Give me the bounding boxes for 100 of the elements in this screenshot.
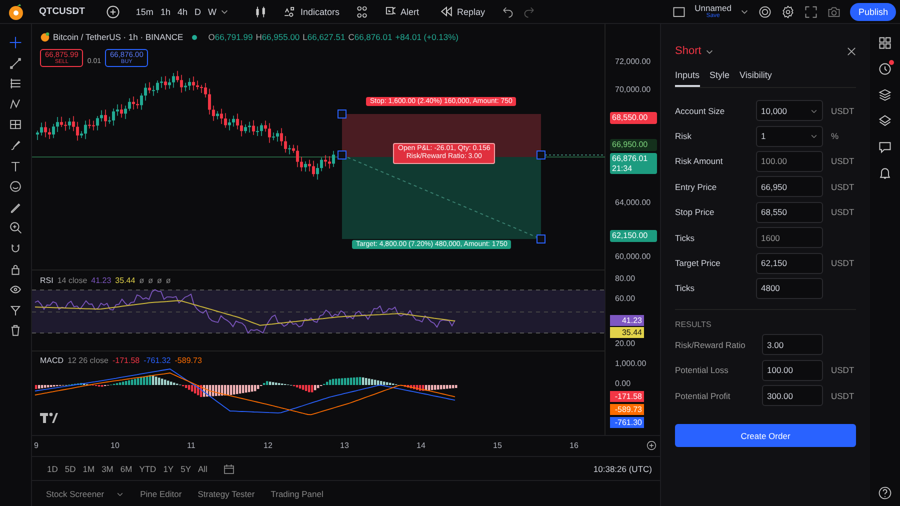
clock-icon[interactable] <box>878 62 892 76</box>
indicator-name[interactable]: RSI <box>40 276 54 285</box>
range-button[interactable]: All <box>195 464 210 474</box>
bottom-tab[interactable]: Pine Editor <box>134 488 188 499</box>
macd-tick: 1,000.00 <box>615 359 646 368</box>
value-marker: 35.44 <box>610 327 644 338</box>
grid-icon[interactable] <box>9 118 22 132</box>
funnel-icon[interactable] <box>9 304 22 317</box>
layers-icon[interactable] <box>878 114 892 128</box>
settings-icon[interactable] <box>781 4 796 18</box>
timeframe-button[interactable]: D <box>191 6 204 16</box>
range-button[interactable]: YTD <box>136 464 160 474</box>
panel-tab[interactable]: Style <box>710 66 730 87</box>
timeframe-button[interactable]: W <box>204 6 220 16</box>
ohlc-value: C66,876.01 <box>348 32 392 42</box>
publish-button[interactable]: Publish <box>850 2 896 20</box>
input-field[interactable]: 62,150 <box>756 252 823 274</box>
shapes-icon <box>283 5 296 18</box>
price-change: +84.01 (+0.13%) <box>395 32 459 42</box>
range-button[interactable]: 1M <box>80 464 98 474</box>
output-field: 3.00 <box>762 334 823 356</box>
range-button[interactable]: 5D <box>62 464 79 474</box>
replay-button[interactable]: Replay <box>434 5 492 18</box>
unit-label: USDT <box>831 156 854 166</box>
help-icon[interactable] <box>878 486 892 500</box>
grid-icon[interactable] <box>878 36 892 50</box>
bell-icon[interactable] <box>878 166 892 180</box>
ohlc-value: L66,627.51 <box>302 32 346 42</box>
price-marker: 66,950.00 <box>610 139 657 151</box>
logo-icon[interactable] <box>8 4 24 20</box>
symbol-title[interactable]: Bitcoin / TetherUS · 1h · BINANCE <box>53 32 184 42</box>
range-button[interactable]: 1D <box>44 464 61 474</box>
price-marker: 66,876.01 21:34 <box>610 153 657 174</box>
range-button[interactable]: 1Y <box>160 464 177 474</box>
range-button[interactable]: 5Y <box>178 464 194 474</box>
indicator-value: ø <box>166 276 171 285</box>
alert-button[interactable]: Alert <box>378 5 426 18</box>
field-label: Stop Price <box>675 207 716 218</box>
trash-icon[interactable] <box>9 324 22 338</box>
indicator-value: 41.23 <box>91 276 112 285</box>
trend-line-icon[interactable] <box>9 56 22 70</box>
range-button[interactable]: 6M <box>117 464 136 474</box>
close-icon[interactable] <box>847 46 856 56</box>
pencil-icon[interactable] <box>9 200 22 214</box>
timeframe-button[interactable]: 1h <box>157 6 174 16</box>
symbol-name[interactable]: QTCUSDT <box>39 6 85 17</box>
input-field[interactable]: 1600 <box>756 227 823 248</box>
field-label: Entry Price <box>675 182 718 192</box>
horizontal-lines-icon[interactable] <box>9 77 22 90</box>
smiley-icon[interactable] <box>9 180 22 194</box>
drag-handle[interactable] <box>536 234 546 244</box>
time-tick: 9 <box>34 441 40 450</box>
panel-title[interactable]: Short <box>675 45 702 57</box>
monitor-icon[interactable] <box>672 4 686 18</box>
layers-icon[interactable] <box>878 88 892 102</box>
range-button[interactable]: 3M <box>98 464 116 474</box>
drag-handle[interactable] <box>338 150 346 160</box>
panel-tab[interactable]: Visibility <box>740 66 772 87</box>
panel-tab[interactable]: Inputs <box>675 66 700 87</box>
crosshair-icon[interactable] <box>9 36 22 49</box>
indicators-button[interactable]: Indicators <box>277 5 346 18</box>
indicator-value: ø <box>139 276 144 285</box>
drag-handle[interactable] <box>536 150 546 160</box>
input-field[interactable]: 10,000 <box>756 100 823 122</box>
bottom-tab[interactable]: Trading Panel <box>264 488 330 499</box>
bottom-tab[interactable]: Strategy Tester <box>192 488 261 499</box>
clock[interactable]: 10:38:26 (UTC) <box>593 464 652 474</box>
fullscreen-icon[interactable] <box>804 4 818 18</box>
timeframe-button[interactable]: 4h <box>174 6 190 16</box>
magnet-icon[interactable] <box>9 242 22 255</box>
layout-name[interactable]: Unnamed <box>694 4 732 13</box>
brush-icon[interactable] <box>9 138 22 152</box>
input-field[interactable]: 68,550 <box>756 202 823 223</box>
indicator-name[interactable]: MACD <box>40 356 64 365</box>
dots-grid-icon[interactable] <box>354 4 368 18</box>
unit-label: % <box>831 131 839 142</box>
zoom-icon[interactable] <box>9 221 22 234</box>
input-field[interactable]: 4800 <box>756 278 823 299</box>
input-field[interactable]: 100.00 <box>756 150 823 172</box>
lock-icon[interactable] <box>9 262 22 276</box>
create-order-button[interactable]: Create Order <box>675 424 856 448</box>
caret-icon[interactable] <box>810 132 818 140</box>
value-marker: 41.23 <box>610 315 644 326</box>
input-field[interactable]: 1 <box>756 126 823 147</box>
chat-icon[interactable] <box>878 140 892 154</box>
timeframe-button[interactable]: 15m <box>132 6 156 16</box>
input-field[interactable]: 66,950 <box>756 176 823 198</box>
bitcoin-icon <box>40 32 50 42</box>
text-icon[interactable] <box>9 160 22 173</box>
calendar-icon[interactable] <box>223 462 236 475</box>
target-icon[interactable] <box>758 4 772 18</box>
field-label: Risk/Reward Ratio <box>675 340 746 350</box>
zigzag-icon[interactable] <box>9 98 22 111</box>
camera-icon[interactable] <box>827 4 842 18</box>
bottom-tab[interactable]: Stock Screener <box>40 488 130 499</box>
rsi-tick: 60.00 <box>615 294 636 303</box>
add-icon[interactable] <box>106 4 120 18</box>
drag-handle[interactable] <box>338 110 346 118</box>
add-icon[interactable] <box>646 440 657 452</box>
field-label: Ticks <box>675 283 696 294</box>
